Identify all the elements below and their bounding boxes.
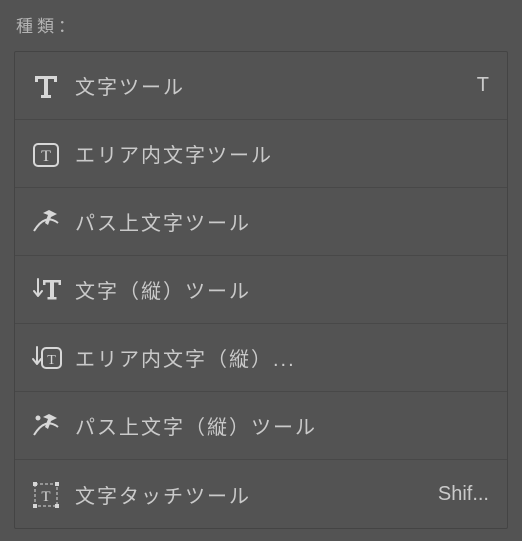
tool-label: エリア内文字（縦）...: [75, 343, 481, 372]
tool-touch-type[interactable]: T 文字タッチツール Shif...: [15, 460, 507, 528]
section-label: 種類：: [16, 12, 508, 37]
tool-vertical-path-type[interactable]: パス上文字（縦）ツール: [15, 392, 507, 460]
vertical-area-type-icon: T: [31, 343, 75, 373]
tool-label: 文字タッチツール: [75, 480, 430, 509]
tool-label: 文字（縦）ツール: [75, 275, 481, 304]
tool-area-type[interactable]: T エリア内文字ツール: [15, 120, 507, 188]
tool-label: 文字ツール: [75, 71, 469, 100]
tool-label: パス上文字ツール: [75, 207, 481, 236]
tool-label: パス上文字（縦）ツール: [75, 411, 481, 440]
tool-path-type[interactable]: パス上文字ツール: [15, 188, 507, 256]
tool-type[interactable]: 文字ツール T: [15, 52, 507, 120]
vertical-path-type-icon: [31, 411, 75, 441]
type-icon: [31, 71, 75, 101]
tool-label: エリア内文字ツール: [75, 139, 481, 168]
svg-text:T: T: [41, 148, 51, 165]
tool-list: 文字ツール T T エリア内文字ツール パス上文字ツール: [14, 51, 508, 529]
tool-shortcut: T: [469, 74, 489, 97]
path-type-icon: [31, 207, 75, 237]
area-type-icon: T: [31, 139, 75, 169]
svg-text:T: T: [47, 353, 56, 368]
touch-type-icon: T: [31, 479, 75, 509]
tool-vertical-area-type[interactable]: T エリア内文字（縦）...: [15, 324, 507, 392]
tool-shortcut: Shif...: [430, 483, 489, 506]
tool-vertical-type[interactable]: 文字（縦）ツール: [15, 256, 507, 324]
svg-text:T: T: [41, 489, 50, 505]
vertical-type-icon: [31, 275, 75, 305]
